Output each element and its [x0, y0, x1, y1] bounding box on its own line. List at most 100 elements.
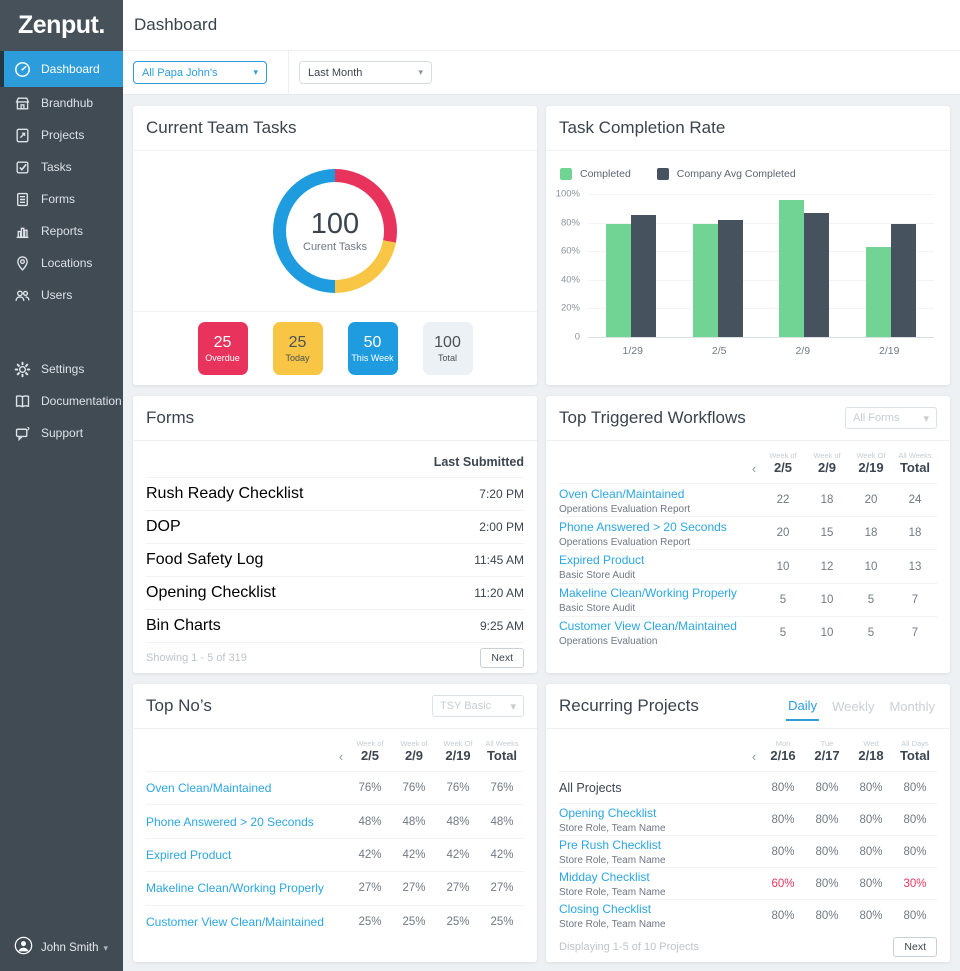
sidebar-item-dashboard[interactable]: Dashboard [0, 51, 123, 87]
column-date: 2/18 [858, 748, 884, 763]
last-submitted-time: 11:45 AM [474, 553, 524, 567]
storefront-icon [14, 95, 31, 112]
form-link[interactable]: Rush Ready Checklist [146, 485, 303, 503]
column-small-label: All Weeks [485, 739, 519, 748]
table-row: DOP 2:00 PM [146, 510, 524, 543]
top-no-link[interactable]: Makeline Clean/Working Properly [146, 881, 324, 895]
table-row: Bin Charts 9:25 AM [146, 609, 524, 642]
sidebar-item-settings[interactable]: Settings [0, 353, 123, 385]
project-link[interactable]: Opening Checklist [559, 806, 656, 820]
sidebar-item-documentation[interactable]: Documentation [0, 385, 123, 417]
y-axis-tick: 60% [560, 245, 580, 257]
bar-group-2/19 [865, 224, 916, 337]
project-link[interactable]: Midday Checklist [559, 870, 650, 884]
sidebar-item-reports[interactable]: Reports [0, 215, 123, 247]
table-row-all-projects: All Projects 80% 80% 80% 80% [559, 771, 937, 803]
workflow-form-name: Operations Evaluation [559, 636, 658, 648]
tab-weekly[interactable]: Weekly [830, 693, 876, 720]
table-row: Phone Answered > 20 Seconds 48% 48% 48% … [146, 804, 524, 837]
workflows-form-filter-select[interactable]: All Forms ▾ [845, 407, 937, 429]
card-forms: Forms Last Submitted Rush Ready Checklis… [133, 396, 537, 673]
last-submitted-time: 7:20 PM [479, 487, 524, 501]
workflow-form-name: Basic Store Audit [559, 603, 636, 615]
page-header: Dashboard [123, 0, 960, 51]
cell-value: 27% [402, 882, 426, 895]
top-nos-filter-select[interactable]: TSY Basic ▾ [432, 695, 524, 717]
form-link[interactable]: Opening Checklist [146, 584, 276, 602]
last-submitted-time: 2:00 PM [479, 520, 524, 534]
filter-bar: All Papa John's ▾ Last Month ▾ [123, 50, 960, 95]
brand-logo-text: Zenput. [18, 11, 105, 39]
donut-value: 100 [310, 208, 360, 240]
stat-value: 100 [434, 334, 461, 351]
cell-value: 25% [402, 915, 426, 928]
project-sub: Store Role, Team Name [559, 823, 666, 834]
user-menu[interactable]: John Smith ▾ [0, 925, 123, 971]
logo[interactable]: Zenput. [0, 0, 123, 51]
sidebar-item-label: Support [41, 426, 84, 440]
next-page-button[interactable]: Next [480, 648, 524, 668]
prev-weeks-chevron[interactable]: ‹ [747, 462, 761, 476]
stat-tile-this-week: 50 This Week [347, 322, 398, 375]
cell-value: 27% [490, 882, 514, 895]
recurring-table-header: ‹ Mon 2/16 Tue 2/17 Wed 2/18 All Days To… [559, 729, 937, 771]
tab-monthly[interactable]: Monthly [887, 693, 937, 720]
cell-value: 42% [358, 849, 382, 862]
workflow-link[interactable]: Oven Clean/Maintained [559, 487, 684, 501]
workflow-form-name: Basic Store Audit [559, 570, 636, 581]
cell-value: 80% [859, 909, 883, 922]
workflow-link[interactable]: Expired Product [559, 553, 644, 567]
prev-weeks-chevron[interactable]: ‹ [334, 750, 348, 764]
tab-daily[interactable]: Daily [786, 692, 820, 721]
sidebar-item-users[interactable]: Users [0, 279, 123, 311]
page-title: Dashboard [134, 15, 218, 34]
workflow-link[interactable]: Customer View Clean/Maintained [559, 619, 737, 633]
sidebar-item-projects[interactable]: Projects [0, 119, 123, 151]
form-link[interactable]: Food Safety Log [146, 551, 263, 569]
location-filter-select[interactable]: All Papa John's ▾ [133, 61, 267, 84]
cell-value: 27% [358, 882, 382, 895]
sidebar-item-support[interactable]: Support [0, 417, 123, 449]
sidebar: Zenput. Dashboard Brandhub Projects Task… [0, 0, 123, 971]
cell-value: 42% [446, 849, 470, 862]
x-axis-tick: 2/9 [795, 345, 811, 357]
top-no-link[interactable]: Phone Answered > 20 Seconds [146, 815, 314, 829]
chevron-down-icon: ▾ [253, 67, 258, 77]
period-filter-select[interactable]: Last Month ▾ [299, 61, 432, 84]
next-page-button[interactable]: Next [893, 936, 937, 957]
project-link[interactable]: Closing Checklist [559, 902, 651, 916]
workflow-link[interactable]: Makeline Clean/Working Properly [559, 586, 737, 600]
column-small-label: All Weeks [898, 451, 932, 460]
form-link[interactable]: DOP [146, 518, 181, 536]
cell-value: 10 [820, 593, 834, 606]
top-no-link[interactable]: Customer View Clean/Maintained [146, 915, 324, 929]
bar-group-2/9 [779, 199, 830, 337]
cell-value: 12 [820, 560, 834, 573]
top-no-link[interactable]: Expired Product [146, 848, 231, 862]
top-no-link[interactable]: Oven Clean/Maintained [146, 781, 271, 795]
sidebar-item-locations[interactable]: Locations [0, 247, 123, 279]
map-pin-icon [14, 255, 31, 272]
book-icon [14, 393, 31, 410]
chevron-down-icon: ▾ [510, 700, 516, 713]
stat-label: Overdue [205, 353, 240, 363]
cell-value: 7 [911, 593, 919, 606]
legend-swatch-company-avg [656, 168, 669, 180]
top-nos-table-header: ‹ Week of 2/5 Week of 2/9 Week Of 2/19 A… [146, 729, 524, 771]
sidebar-item-label: Tasks [41, 160, 72, 174]
all-projects-label: All Projects [559, 780, 622, 795]
project-link[interactable]: Pre Rush Checklist [559, 838, 661, 852]
table-row: Makeline Clean/Working Properly Basic St… [559, 582, 937, 616]
sidebar-item-forms[interactable]: Forms [0, 183, 123, 215]
legend-label: Company Avg Completed [676, 168, 796, 180]
cell-value: 13 [908, 560, 922, 573]
workflow-link[interactable]: Phone Answered > 20 Seconds [559, 520, 727, 534]
sidebar-item-tasks[interactable]: Tasks [0, 151, 123, 183]
sidebar-item-brandhub[interactable]: Brandhub [0, 87, 123, 119]
cell-value: 80% [771, 845, 795, 858]
bar-company-avg-completed [804, 212, 830, 337]
chat-icon [14, 425, 31, 442]
stat-label: This Week [351, 353, 394, 363]
prev-days-chevron[interactable]: ‹ [747, 750, 761, 764]
form-link[interactable]: Bin Charts [146, 617, 221, 635]
